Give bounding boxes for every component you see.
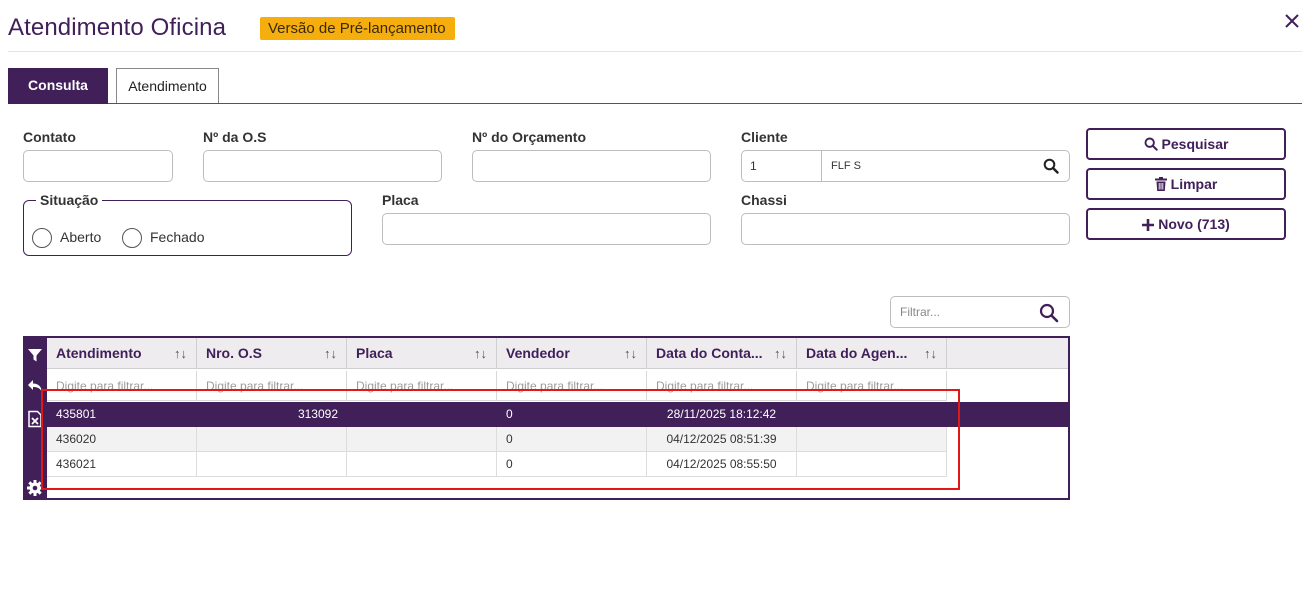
tab-consulta[interactable]: Consulta bbox=[8, 68, 108, 104]
novo-button[interactable]: Novo (713) bbox=[1086, 208, 1286, 240]
cell-data-contato: 04/12/2025 08:55:50 bbox=[647, 452, 797, 477]
radio-fechado-label[interactable]: Fechado bbox=[150, 229, 204, 245]
cell-data-agenda bbox=[797, 427, 947, 452]
column-filter-placa[interactable]: Digite para filtrar... bbox=[347, 371, 497, 401]
close-icon[interactable] bbox=[1282, 12, 1302, 32]
cell-placa bbox=[347, 402, 497, 427]
tab-atendimento[interactable]: Atendimento bbox=[116, 68, 219, 103]
column-header-atendimento[interactable]: Atendimento ↑↓ bbox=[47, 338, 197, 369]
cell-placa bbox=[347, 427, 497, 452]
search-icon[interactable] bbox=[1039, 303, 1059, 323]
cell-vendedor: 0 bbox=[497, 402, 647, 427]
novo-label: Novo (713) bbox=[1158, 216, 1230, 232]
cell-os bbox=[197, 427, 347, 452]
cell-os: 313092 bbox=[197, 402, 347, 427]
column-filter-data-agenda[interactable]: Digite para filtrar... bbox=[797, 371, 947, 401]
prerelease-badge: Versão de Pré-lançamento bbox=[260, 17, 455, 40]
sort-icon[interactable]: ↑↓ bbox=[624, 338, 637, 369]
chassi-label: Chassi bbox=[741, 192, 787, 208]
sort-icon[interactable]: ↑↓ bbox=[774, 338, 787, 369]
cell-placa bbox=[347, 452, 497, 477]
tab-bar: Consulta Atendimento bbox=[8, 68, 1302, 104]
column-header-data-agenda[interactable]: Data do Agen... ↑↓ bbox=[797, 338, 947, 369]
sort-icon[interactable]: ↑↓ bbox=[924, 338, 937, 369]
gear-icon[interactable] bbox=[26, 479, 44, 497]
radio-aberto[interactable] bbox=[32, 228, 52, 248]
search-icon bbox=[1144, 137, 1158, 151]
trash-icon bbox=[1154, 177, 1167, 191]
cliente-name-field[interactable]: FLF S bbox=[821, 150, 1070, 182]
os-field[interactable] bbox=[203, 150, 442, 182]
column-title: Vendedor bbox=[506, 345, 570, 361]
results-grid: Atendimento ↑↓ Nro. O.S ↑↓ Placa ↑↓ Vendedo… bbox=[23, 336, 1070, 500]
cell-os bbox=[197, 452, 347, 477]
page-title: Atendimento Oficina bbox=[8, 14, 227, 41]
cell-atendimento: 435801 bbox=[47, 402, 197, 427]
column-title: Nro. O.S bbox=[206, 345, 263, 361]
cliente-code-field[interactable]: 1 bbox=[741, 150, 822, 182]
cell-data-contato: 04/12/2025 08:51:39 bbox=[647, 427, 797, 452]
contato-label: Contato bbox=[23, 129, 76, 145]
orcamento-label: Nº do Orçamento bbox=[472, 129, 587, 145]
column-filter-vendedor[interactable]: Digite para filtrar... bbox=[497, 371, 647, 401]
sort-icon[interactable]: ↑↓ bbox=[324, 338, 337, 369]
limpar-button[interactable]: Limpar bbox=[1086, 168, 1286, 200]
column-title: Placa bbox=[356, 345, 393, 361]
column-title: Data do Conta... bbox=[656, 345, 763, 361]
orcamento-field[interactable] bbox=[472, 150, 711, 182]
contato-field[interactable] bbox=[23, 150, 173, 182]
column-title: Data do Agen... bbox=[806, 345, 908, 361]
table-row[interactable]: 436021 0 04/12/2025 08:55:50 bbox=[47, 452, 947, 477]
column-filter-os[interactable]: Digite para filtrar... bbox=[197, 371, 347, 401]
global-filter-placeholder: Filtrar... bbox=[900, 305, 941, 319]
cell-data-agenda bbox=[797, 452, 947, 477]
cliente-search-icon[interactable] bbox=[1043, 158, 1059, 174]
filter-icon[interactable] bbox=[26, 346, 44, 364]
placa-field[interactable] bbox=[382, 213, 711, 245]
cell-vendedor: 0 bbox=[497, 452, 647, 477]
column-header-placa[interactable]: Placa ↑↓ bbox=[347, 338, 497, 369]
radio-fechado[interactable] bbox=[122, 228, 142, 248]
column-title: Atendimento bbox=[56, 345, 142, 361]
column-filter-data-contato[interactable]: Digite para filtrar... bbox=[647, 371, 797, 401]
table-row[interactable]: 435801 313092 0 28/11/2025 18:12:42 bbox=[47, 402, 1068, 427]
plus-icon bbox=[1142, 219, 1155, 231]
undo-icon[interactable] bbox=[26, 377, 44, 395]
cell-data-agenda bbox=[797, 402, 947, 427]
sort-icon[interactable]: ↑↓ bbox=[174, 338, 187, 369]
table-row[interactable]: 436020 0 04/12/2025 08:51:39 bbox=[47, 427, 947, 452]
header-filler bbox=[947, 338, 1068, 369]
limpar-label: Limpar bbox=[1170, 176, 1218, 192]
global-filter-input[interactable]: Filtrar... bbox=[890, 296, 1070, 328]
pesquisar-button[interactable]: Pesquisar bbox=[1086, 128, 1286, 160]
sort-icon[interactable]: ↑↓ bbox=[474, 338, 487, 369]
situacao-legend: Situação bbox=[36, 192, 103, 208]
column-header-data-contato[interactable]: Data do Conta... ↑↓ bbox=[647, 338, 797, 369]
column-header-vendedor[interactable]: Vendedor ↑↓ bbox=[497, 338, 647, 369]
cell-data-contato: 28/11/2025 18:12:42 bbox=[647, 402, 797, 427]
os-label: Nº da O.S bbox=[203, 129, 267, 145]
cell-vendedor: 0 bbox=[497, 427, 647, 452]
column-header-os[interactable]: Nro. O.S ↑↓ bbox=[197, 338, 347, 369]
excel-icon[interactable] bbox=[26, 410, 44, 428]
cliente-label: Cliente bbox=[741, 129, 788, 145]
cell-atendimento: 436020 bbox=[47, 427, 197, 452]
page-header: Atendimento Oficina Versão de Pré-lançam… bbox=[8, 12, 1302, 52]
grid-toolbar bbox=[23, 336, 47, 500]
radio-aberto-label[interactable]: Aberto bbox=[60, 229, 101, 245]
cell-atendimento: 436021 bbox=[47, 452, 197, 477]
placa-label: Placa bbox=[382, 192, 419, 208]
pesquisar-label: Pesquisar bbox=[1161, 136, 1229, 152]
chassi-field[interactable] bbox=[741, 213, 1070, 245]
column-filter-atendimento[interactable]: Digite para filtrar... bbox=[47, 371, 197, 401]
situacao-group: Situação Aberto Fechado bbox=[23, 192, 352, 256]
